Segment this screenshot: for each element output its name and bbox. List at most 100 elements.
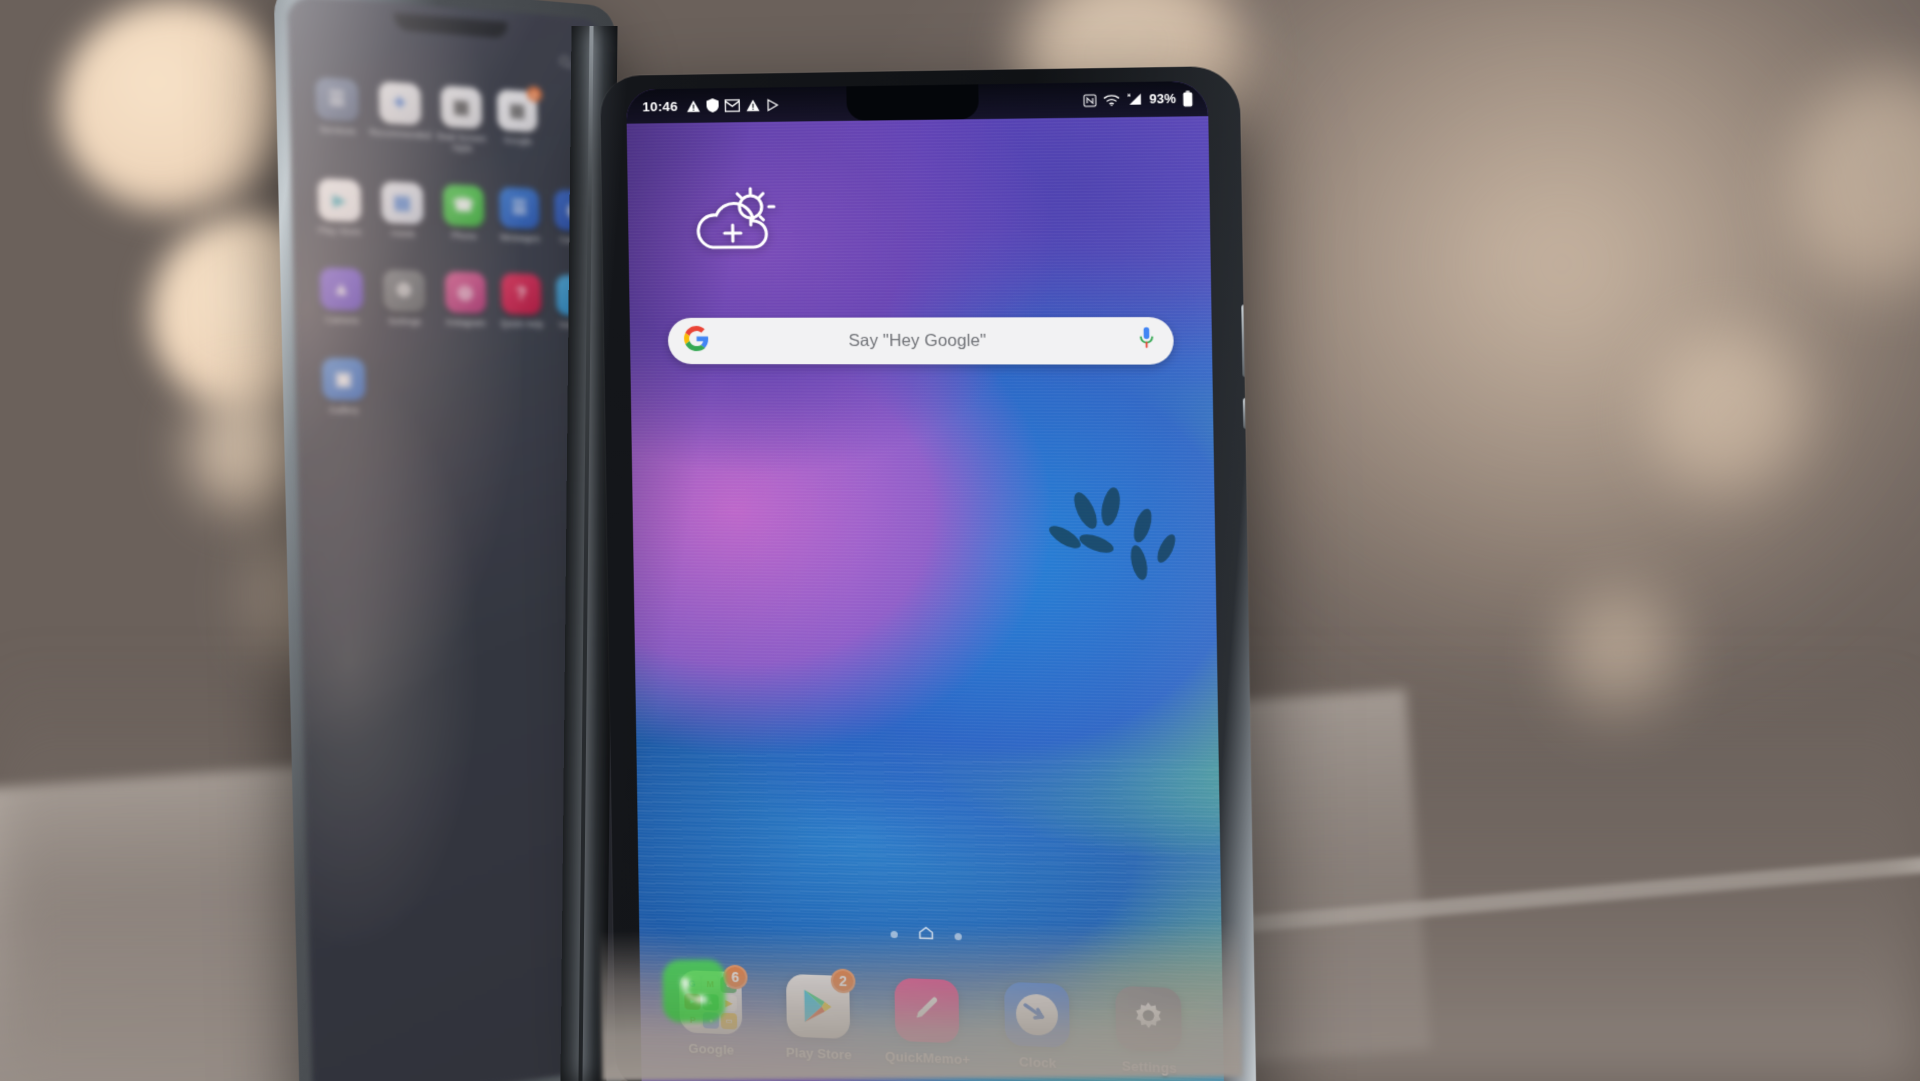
app-phone[interactable]: ☎ Phone (436, 183, 490, 242)
app-recommended[interactable]: ✦ Recommended (368, 80, 431, 151)
microphone-icon[interactable] (1136, 326, 1157, 355)
dock-item-google[interactable]: G M ● ► ▲ ▶ P ● ▭ 6 (664, 964, 758, 1058)
app-quick-help[interactable]: ? Quick Help (495, 273, 548, 330)
badge-count: 6 (526, 86, 543, 103)
app-label: Play Store (318, 224, 362, 237)
app-label: Settings (388, 315, 422, 328)
status-bar-left: 10:46 (642, 97, 779, 114)
app-label: Phone (450, 229, 477, 241)
mini-icon-google: G (684, 975, 701, 992)
dual-screen-notch (393, 12, 508, 39)
dock-icon-wrap[interactable]: 2 (785, 968, 856, 1040)
app-label: Camera (325, 314, 359, 326)
app-label: Assist (390, 227, 416, 239)
app-label: Quick Help (500, 318, 544, 330)
shield-icon (705, 98, 719, 113)
dual-screen-apps-icon: ▦ (440, 85, 483, 130)
mini-icon-slides: ▭ (720, 1012, 738, 1030)
quick-help-icon: ? (500, 273, 542, 316)
app-play-store[interactable]: ▶ Play Store (311, 177, 368, 237)
messages-icon: ☰ (498, 186, 540, 229)
dock-item-label: Settings (1121, 1058, 1178, 1076)
mini-icon-play: ▶ (720, 994, 737, 1012)
page-indicator[interactable] (639, 916, 1222, 955)
dock-icon-wrap[interactable]: G M ● ► ▲ ▶ P ● ▭ 6 (678, 964, 748, 1035)
battery-full-icon (1182, 90, 1193, 107)
mini-icon-gmail: M (702, 975, 719, 993)
bokeh-light (60, 0, 290, 215)
app-instagram[interactable]: ◎ Instagram (438, 271, 492, 329)
dual-screen-app-grid[interactable]: ☰ Services ✦ Recommended ▦ Dual Screen A… (309, 76, 604, 416)
badge-count: 2 (830, 968, 856, 994)
warning-triangle-icon (745, 98, 760, 111)
scene-root: ☰ Services ✦ Recommended ▦ Dual Screen A… (0, 0, 1920, 1081)
mini-icon-drive: ▲ (702, 993, 719, 1011)
mini-icon-youtube: ► (684, 993, 701, 1010)
display-notch (846, 84, 979, 121)
play-triangle-icon (766, 98, 779, 111)
dock-item-label: Google (688, 1040, 735, 1058)
search-hint-text: Say "Hey Google" (848, 331, 987, 350)
signal-icon (1126, 92, 1143, 107)
mini-icon-photos: P (684, 1011, 701, 1029)
wallpaper-leaves (1045, 485, 1179, 582)
clock-icon[interactable] (1004, 981, 1070, 1048)
bokeh-light (1650, 330, 1810, 500)
google-folder-icon: ▦ 6 (496, 86, 543, 133)
wifi-icon (1103, 93, 1120, 107)
dock-item-clock[interactable]: Clock (988, 981, 1086, 1072)
dock-icon-wrap[interactable] (894, 977, 960, 1044)
instagram-icon: ◎ (444, 271, 487, 315)
dock[interactable]: G M ● ► ▲ ▶ P ● ▭ 6 (654, 964, 1209, 1077)
camera-alt-icon: ▲ (319, 267, 364, 312)
app-messages[interactable]: ☰ Messages (493, 186, 546, 244)
app-camera-alt[interactable]: ▲ Camera (313, 267, 370, 326)
settings-gear-icon[interactable] (1115, 985, 1182, 1053)
main-phone[interactable]: 10:46 93% Say "Hey Google" G M ► ▲ ▶ P ●… (600, 65, 1257, 1081)
status-bar-right: 93% (1083, 90, 1194, 108)
main-phone-body: 10:46 93% Say "Hey Google" G M ► ▲ ▶ P ●… (600, 65, 1257, 1081)
google-search-bar[interactable]: Say "Hey Google" (667, 317, 1175, 365)
battery-percent: 93% (1149, 91, 1177, 107)
app-services[interactable]: ☰ Services (309, 76, 366, 148)
home-screen[interactable]: 10:46 93% Say "Hey Google" G M ► ▲ ▶ P ●… (626, 80, 1225, 1081)
phone-icon: ☎ (442, 183, 485, 227)
home-page-icon[interactable] (918, 926, 934, 946)
app-label: Recommended (369, 126, 432, 141)
google-g-icon (683, 325, 710, 356)
app-label: Services (319, 123, 356, 137)
app-google-folder[interactable]: ▦ 6 Google (491, 86, 544, 158)
dock-icon-wrap[interactable] (1004, 981, 1070, 1048)
dock-icon-wrap[interactable] (1115, 985, 1182, 1053)
status-bar-clock: 10:46 (642, 98, 679, 114)
settings-gear-icon: ⚙ (382, 269, 426, 313)
cloud-sun-plus-icon (688, 184, 786, 257)
weather-add-city-widget[interactable] (688, 184, 786, 257)
app-settings[interactable]: ⚙ Settings (373, 269, 436, 328)
hinge-seam (578, 26, 594, 1081)
app-label: Instagram (445, 317, 486, 329)
dock-item-play-store[interactable]: 2 Play Store (771, 968, 866, 1063)
dock-item-label: Clock (1018, 1054, 1057, 1071)
page-dot[interactable] (953, 932, 962, 941)
warning-triangle-icon (686, 99, 700, 112)
app-gallery[interactable]: ▣ Gallery (315, 357, 372, 416)
dock-item-label: QuickMemo+ (885, 1048, 971, 1068)
mini-icon-duo: ● (702, 1012, 720, 1029)
app-label: Dual Screen Apps (436, 130, 487, 154)
app-label: Messages (500, 231, 540, 244)
dock-item-quickmemo[interactable]: QuickMemo+ (879, 977, 975, 1067)
play-store-icon: ▶ (317, 177, 362, 222)
app-label: Google (503, 134, 533, 147)
recommended-icon: ✦ (378, 81, 422, 126)
assist-icon: ▤ (380, 180, 424, 225)
app-label: Gallery (329, 404, 359, 416)
quickmemo-icon[interactable] (894, 977, 960, 1044)
nfc-icon (1083, 93, 1097, 107)
page-dot[interactable] (889, 930, 898, 939)
app-assist[interactable]: ▤ Assist (370, 180, 433, 240)
services-icon: ☰ (314, 76, 359, 122)
gmail-icon (724, 99, 739, 112)
app-dual-screen-apps[interactable]: ▦ Dual Screen Apps (434, 85, 488, 155)
dock-item-settings[interactable]: Settings (1099, 985, 1198, 1077)
